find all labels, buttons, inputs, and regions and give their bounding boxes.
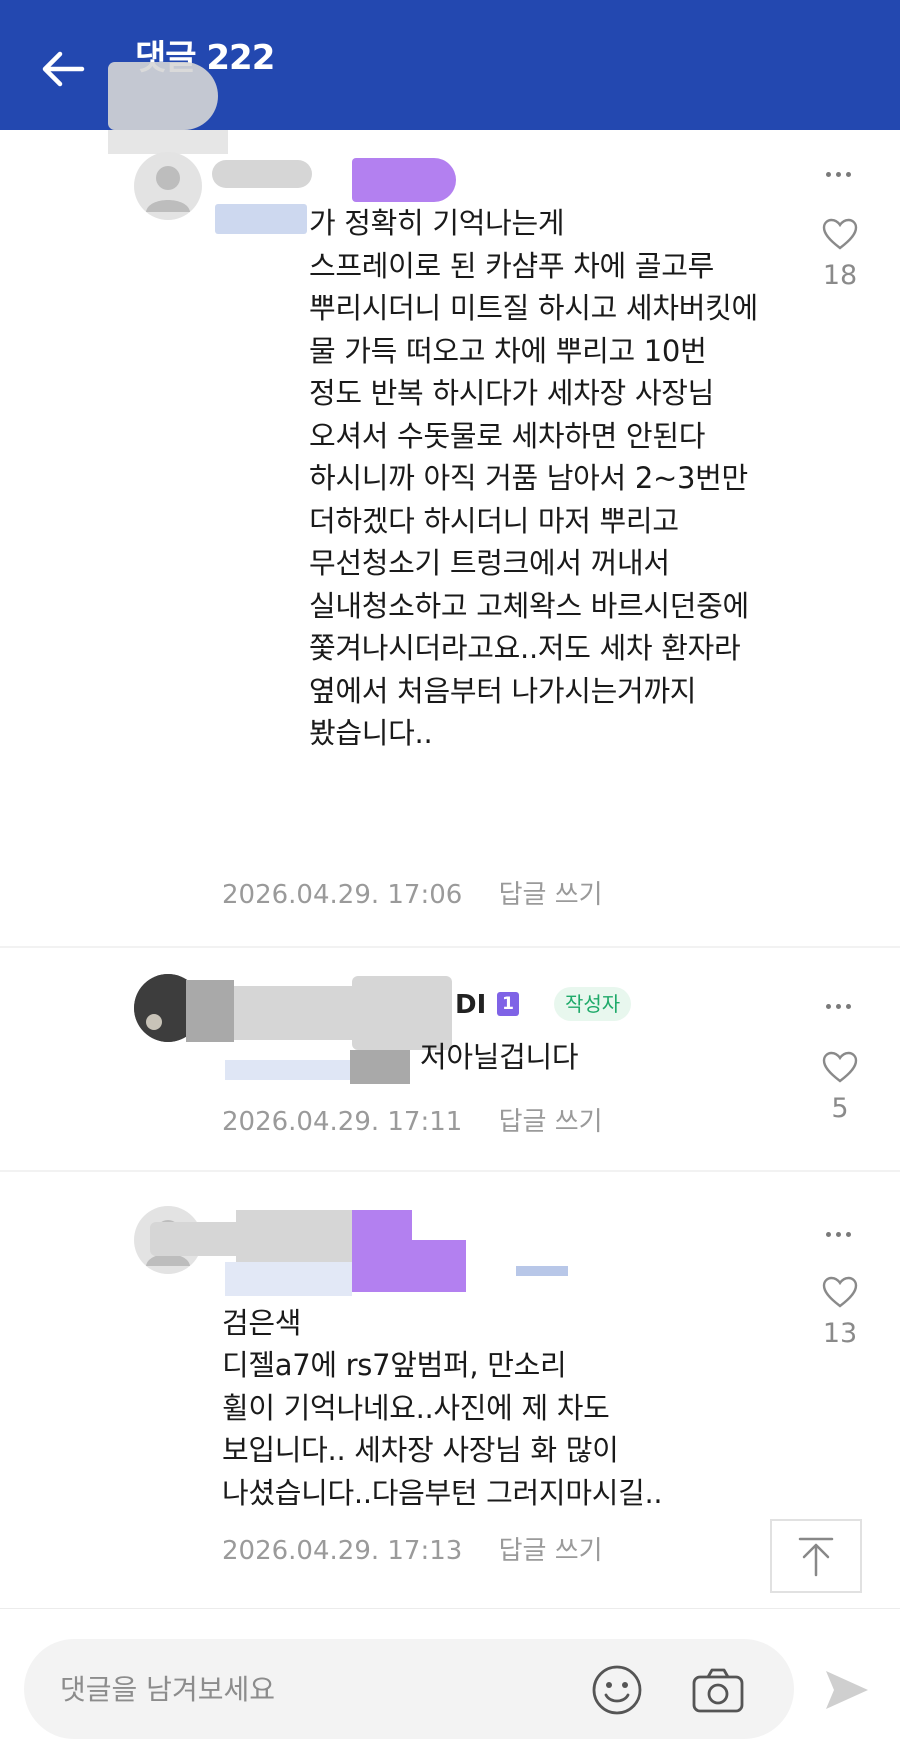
comment-text-content: 검은색 디젤a7에 rs7앞범퍼, 만소리 휠이 기억나네요..사진에 제 차도… [222,1305,663,1510]
send-icon [826,1671,868,1709]
camera-button[interactable] [690,1665,746,1715]
more-button[interactable] [822,996,862,1016]
arrow-left-icon [42,51,85,87]
more-dots-icon [826,1004,831,1009]
more-dots-icon [826,172,831,177]
comment-text: 저아닐겁니다 [420,1040,579,1074]
divider [0,946,900,948]
user-placeholder-icon [146,166,190,212]
reply-button[interactable]: 답글 쓰기 [499,880,603,910]
send-button[interactable] [822,1667,872,1713]
like-button[interactable]: 13 [810,1276,870,1349]
redaction-block [215,204,307,234]
reply-button[interactable]: 답글 쓰기 [499,1107,603,1137]
author-name[interactable]: DI [455,990,486,1020]
divider [0,1170,900,1172]
like-button[interactable]: 18 [810,218,870,291]
like-count: 5 [831,1093,849,1124]
level-badge: 1 [497,992,519,1016]
comment-text: 검은색 디젤a7에 rs7앞범퍼, 만소리 휠이 기억나네요..사진에 제 차도… [222,1259,782,1557]
comment-date: 2026.04.29. 17:11 [222,1107,463,1137]
more-button[interactable] [822,1224,862,1244]
scroll-to-top-icon [798,1537,834,1577]
comment-input[interactable] [60,1665,510,1713]
more-button[interactable] [822,164,862,184]
back-button[interactable] [38,44,88,94]
redaction-block [108,130,228,154]
redaction-block [212,160,312,188]
comment-meta: 2026.04.29. 17:13 답글 쓰기 [222,1530,603,1567]
comment-composer [0,1608,900,1759]
redaction-block [350,1050,410,1084]
author-badge: 작성자 [554,987,632,1021]
heart-icon [822,218,858,250]
reply-button[interactable]: 답글 쓰기 [499,1536,603,1566]
comment-text: 가 정확히 기억나는게 스프레이로 된 카샴푸 차에 골고루 뿌리시더니 미트질… [309,206,758,750]
redaction-block [108,62,218,130]
comment-date: 2026.04.29. 17:06 [222,880,463,910]
redaction-block [352,158,456,202]
comment-input-container [24,1639,794,1739]
comment-meta: 2026.04.29. 17:06 답글 쓰기 [222,874,603,911]
avatar[interactable] [134,152,202,220]
like-count: 18 [822,260,858,291]
emoji-smile-icon [592,1665,642,1715]
comment-meta: 2026.04.29. 17:11 답글 쓰기 [222,1101,603,1138]
redaction-block [225,1060,350,1080]
heart-icon [822,1051,858,1083]
comment-date: 2026.04.29. 17:13 [222,1536,463,1566]
redaction-block [232,986,352,1040]
scroll-to-top-button[interactable] [770,1519,862,1593]
like-count: 13 [822,1318,858,1349]
more-dots-icon [826,1232,831,1237]
like-button[interactable]: 5 [810,1051,870,1124]
heart-icon [822,1276,858,1308]
redaction-block [186,980,234,1042]
camera-icon [692,1668,744,1713]
emoji-button[interactable] [590,1663,644,1717]
